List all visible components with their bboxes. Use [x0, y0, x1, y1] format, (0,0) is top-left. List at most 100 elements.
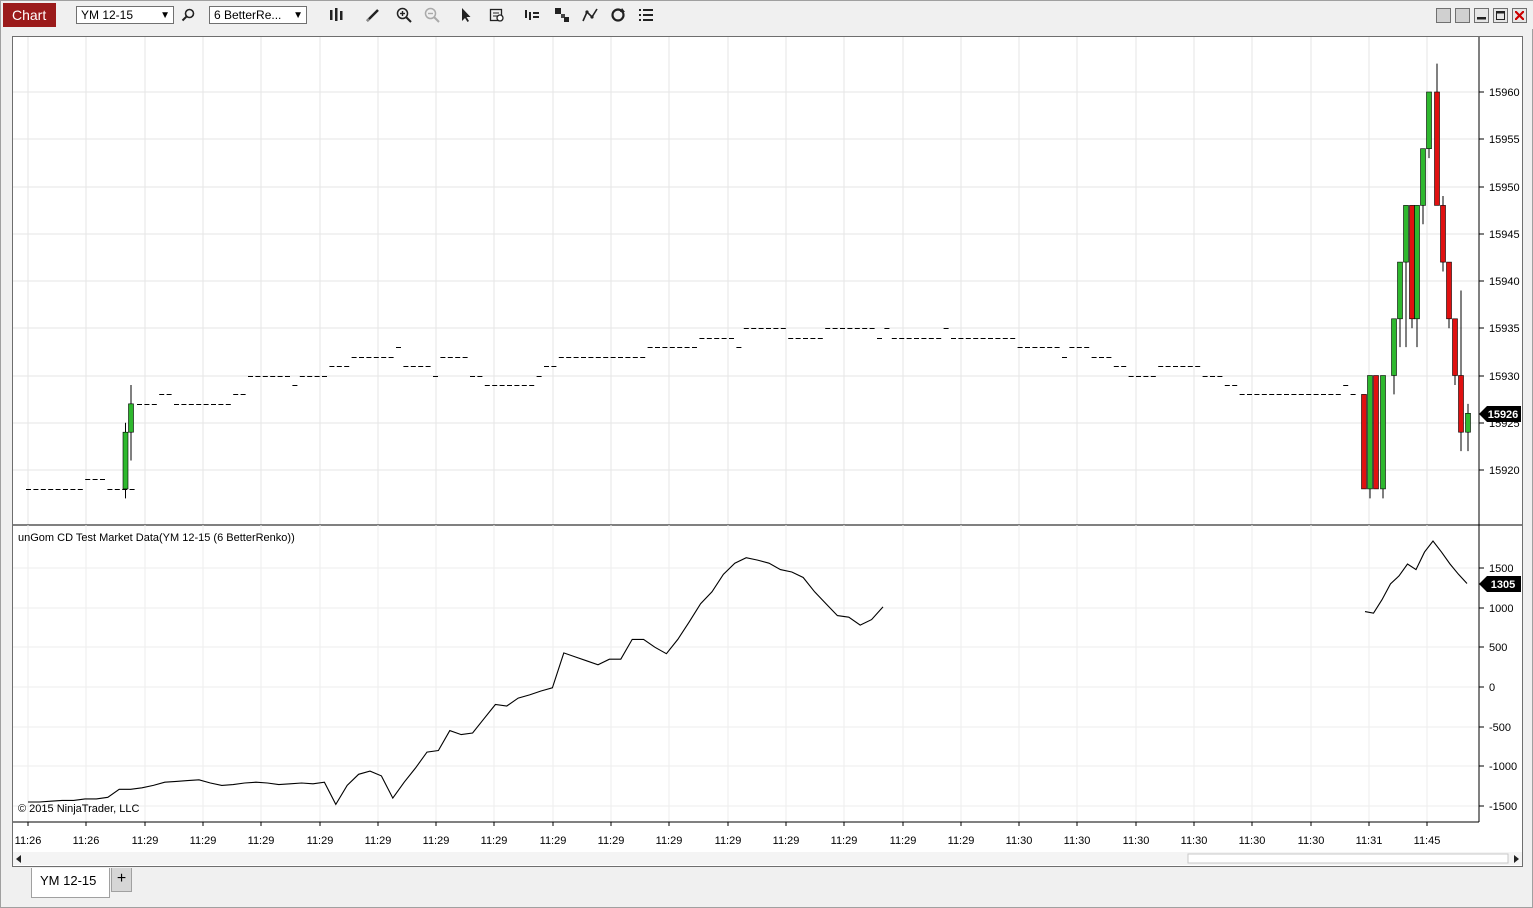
price-tick-label: 15940: [1489, 276, 1520, 288]
pencil-draw-icon[interactable]: [363, 5, 383, 25]
chevron-down-icon: ▼: [293, 10, 303, 21]
candle-body: [1434, 91, 1440, 206]
candle-body: [1458, 375, 1464, 433]
chevron-down-icon: ▼: [160, 10, 170, 21]
indicator-tick-label: 500: [1489, 642, 1507, 654]
candle-body: [1465, 412, 1471, 433]
indicator-tick-label: -500: [1489, 722, 1511, 734]
chart-title-tab[interactable]: Chart: [3, 3, 56, 27]
chart-toolbar: Chart YM 12-15 ▼ 6 BetterRe... ▼: [1, 1, 1533, 29]
candle-body: [1367, 375, 1373, 490]
time-label: 11:29: [190, 835, 217, 847]
indicator-tick-label: 1500: [1489, 563, 1513, 575]
instrument-selector[interactable]: YM 12-15 ▼: [76, 6, 174, 24]
time-label: 11:29: [831, 835, 858, 847]
indicator-tick-label: -1000: [1489, 761, 1517, 773]
copyright-text: © 2015 NinjaTrader, LLC: [18, 803, 139, 815]
time-label: 11:29: [773, 835, 800, 847]
time-label: 11:29: [481, 835, 508, 847]
period-value: 6 BetterRe...: [214, 8, 282, 22]
candle-body: [1420, 148, 1426, 206]
indicator-grid: [13, 525, 1479, 822]
last-price-label: 15926: [1488, 409, 1519, 421]
bar-style-icon[interactable]: [326, 5, 346, 25]
candle-body: [1373, 375, 1379, 490]
last-value-label: 1305: [1491, 579, 1515, 591]
pointer-icon[interactable]: [456, 5, 476, 25]
time-label: 11:29: [715, 835, 742, 847]
candle-body: [1446, 261, 1452, 320]
strategies-icon[interactable]: [552, 5, 572, 25]
instrument-value: YM 12-15: [81, 8, 134, 22]
candle-body: [1361, 394, 1367, 490]
add-tab-button[interactable]: +: [111, 868, 132, 892]
candle-body: [1409, 205, 1415, 320]
zoom-in-icon[interactable]: [394, 5, 414, 25]
time-label: 11:30: [1298, 835, 1325, 847]
time-label: 11:30: [1181, 835, 1208, 847]
minimize-icon[interactable]: [1474, 8, 1489, 23]
candle-body: [1452, 318, 1458, 376]
last-price-badge: 15926: [1479, 406, 1521, 422]
tab-ym-12-15[interactable]: YM 12-15: [31, 868, 110, 898]
candle-body: [1440, 205, 1446, 263]
search-icon[interactable]: [178, 5, 198, 25]
time-label: 11:29: [890, 835, 917, 847]
tab-label: YM 12-15: [40, 873, 97, 888]
time-label: 11:30: [1239, 835, 1266, 847]
candle-body: [1391, 318, 1397, 376]
candle-body: [1426, 91, 1432, 150]
candle-body: [1403, 205, 1409, 263]
candle-body: [1380, 375, 1386, 490]
link-color-button-2[interactable]: [1455, 8, 1470, 23]
last-value-badge: 1305: [1479, 576, 1521, 592]
indicator-lines: [28, 540, 1468, 806]
time-label: 11:29: [307, 835, 334, 847]
time-label: 11:45: [1414, 835, 1441, 847]
indicator-series-line: [28, 557, 884, 806]
period-selector[interactable]: 6 BetterRe... ▼: [209, 6, 307, 24]
indicator-tick-label: 1000: [1489, 603, 1513, 615]
price-tick-label: 15960: [1489, 87, 1520, 99]
drawing-objects-icon[interactable]: [580, 5, 600, 25]
price-grid: [13, 37, 1479, 525]
zoom-out-icon[interactable]: [422, 5, 442, 25]
chart-canvas[interactable]: 1596015955159501594515940159351593015925…: [13, 37, 1522, 866]
candle-body: [1397, 261, 1403, 320]
indicator-series-line: [1364, 540, 1468, 614]
maximize-icon[interactable]: [1493, 8, 1508, 23]
reload-icon[interactable]: [608, 5, 628, 25]
close-icon[interactable]: [1512, 8, 1527, 23]
time-label: 11:29: [540, 835, 567, 847]
chart-area[interactable]: 15960 15955 15950 15945 15940 15935 15930 15925…: [12, 36, 1523, 867]
horizontal-scrollbar[interactable]: [13, 852, 1522, 865]
price-tick-label: 15950: [1489, 182, 1520, 194]
time-axis-ticks: 11:26 11:26 11:29 11:29 11:29 11:29 11:29 11:29…: [15, 822, 1441, 847]
time-label: 11:30: [1064, 835, 1091, 847]
data-box-icon[interactable]: [487, 5, 507, 25]
time-label: 11:29: [248, 835, 275, 847]
time-label: 11:29: [948, 835, 975, 847]
time-label: 11:26: [15, 835, 42, 847]
properties-list-icon[interactable]: [636, 5, 656, 25]
time-label: 11:29: [423, 835, 450, 847]
candle-body: [122, 431, 129, 490]
scrollbar-thumb: [1187, 853, 1509, 864]
price-tick-label: 15955: [1489, 134, 1520, 146]
indicator-tick-label: -1500: [1489, 801, 1517, 813]
candle-body: [128, 403, 134, 433]
indicator-axis-ticks: 1500 1000 500 0 -500 -1000 -1500: [1479, 563, 1517, 813]
time-label: 11:29: [365, 835, 392, 847]
price-tick-label: 15935: [1489, 323, 1520, 335]
time-label: 11:31: [1356, 835, 1383, 847]
price-tick-label: 15920: [1489, 465, 1520, 477]
time-label: 11:29: [656, 835, 683, 847]
link-color-button[interactable]: [1436, 8, 1451, 23]
time-label: 11:29: [132, 835, 159, 847]
time-label: 11:26: [73, 835, 100, 847]
time-label: 11:29: [598, 835, 625, 847]
indicator-title: unGom CD Test Market Data(YM 12-15 (6 Be…: [18, 532, 295, 544]
indicators-icon[interactable]: [522, 5, 542, 25]
candle-body: [1414, 205, 1420, 320]
time-label: 11:30: [1006, 835, 1033, 847]
